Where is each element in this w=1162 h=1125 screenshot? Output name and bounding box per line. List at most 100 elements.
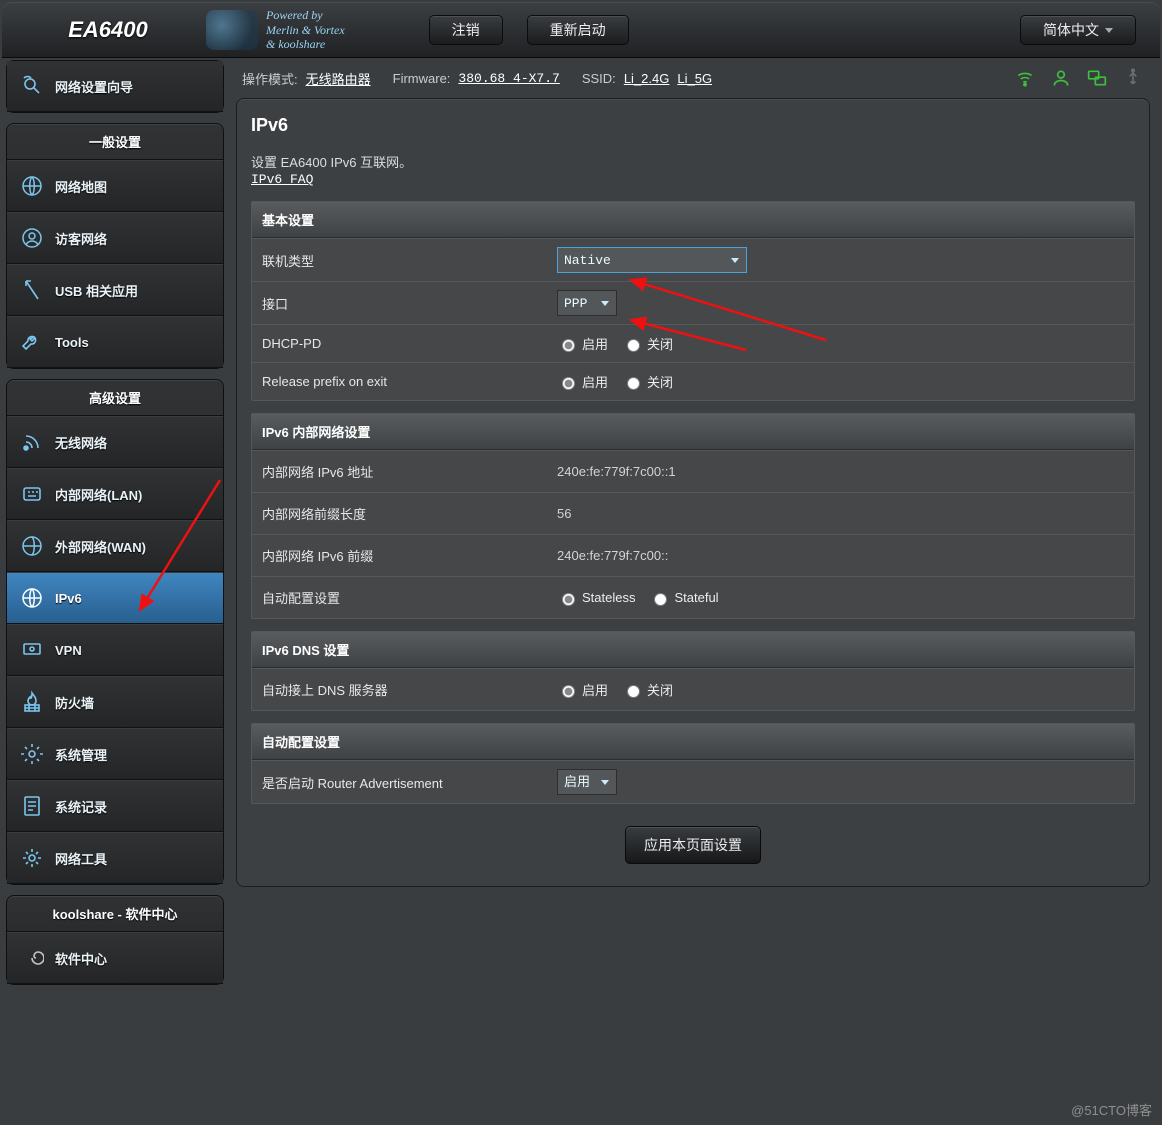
group-lan: IPv6 内部网络设置 内部网络 IPv6 地址 240e:fe:779f:7c… bbox=[251, 413, 1135, 619]
group-basic: 基本设置 联机类型 Native 接口 PPP DHCP-PD 启用 bbox=[251, 201, 1135, 401]
sidebar-item-admin[interactable]: 系统管理 bbox=[7, 728, 223, 780]
sidebar-advanced: 高级设置 无线网络 内部网络(LAN) 外部网络(WAN) IPv6 VPN bbox=[6, 379, 224, 885]
ipv6-faq-link[interactable]: IPv6 FAQ bbox=[251, 172, 313, 187]
logout-button[interactable]: 注销 bbox=[429, 15, 503, 45]
interface-select[interactable]: PPP bbox=[557, 290, 617, 316]
ssid-24g-link[interactable]: Li_2.4G bbox=[624, 71, 670, 86]
dhcppd-on-radio[interactable]: 启用 bbox=[557, 334, 608, 353]
gear-icon bbox=[19, 741, 45, 767]
wifi-icon bbox=[19, 429, 45, 455]
sidebar-item-firewall[interactable]: 防火墙 bbox=[7, 676, 223, 728]
sidebar-item-syslog[interactable]: 系统记录 bbox=[7, 780, 223, 832]
sidebar-item-vpn[interactable]: VPN bbox=[7, 624, 223, 676]
sidebar-wizard[interactable]: 网络设置向导 bbox=[6, 60, 224, 113]
wrench-icon bbox=[19, 329, 45, 355]
ssid-label: SSID: bbox=[582, 71, 616, 86]
sidebar-item-label: 软件中心 bbox=[55, 949, 107, 968]
conn-type-select[interactable]: Native bbox=[557, 247, 747, 273]
sidebar-general: 一般设置 网络地图 访客网络 USB 相关应用 Tools bbox=[6, 123, 224, 369]
sidebar-item-label: 无线网络 bbox=[55, 433, 107, 452]
tools-icon bbox=[19, 845, 45, 871]
sidebar-item-nettools[interactable]: 网络工具 bbox=[7, 832, 223, 884]
brand-logo bbox=[206, 10, 258, 50]
language-select[interactable]: 简体中文 bbox=[1020, 15, 1136, 45]
sidebar-item-label: 网络工具 bbox=[55, 849, 107, 868]
row-interface: 接口 PPP bbox=[252, 281, 1134, 324]
field-label: DHCP-PD bbox=[252, 325, 547, 362]
dns-on-radio[interactable]: 启用 bbox=[557, 680, 608, 699]
field-label: 接口 bbox=[252, 283, 547, 324]
globe-icon bbox=[19, 173, 45, 199]
field-value: 240e:fe:779f:7c00:: bbox=[557, 548, 668, 563]
page-title: IPv6 bbox=[251, 113, 1135, 146]
sidebar-item-label: 网络地图 bbox=[55, 177, 107, 196]
sidebar-item-guest[interactable]: 访客网络 bbox=[7, 212, 223, 264]
field-label: 内部网络 IPv6 前缀 bbox=[252, 535, 547, 576]
sidebar-item-ipv6[interactable]: IPv6 bbox=[7, 572, 223, 624]
sidebar-item-softcenter[interactable]: 软件中心 bbox=[7, 932, 223, 984]
group-dns: IPv6 DNS 设置 自动接上 DNS 服务器 启用 关闭 bbox=[251, 631, 1135, 711]
ipv6-icon bbox=[19, 585, 45, 611]
wifi-status-icon[interactable] bbox=[1014, 68, 1036, 88]
mode-label: 操作模式: bbox=[242, 69, 298, 88]
field-value: 56 bbox=[557, 506, 571, 521]
dns-off-radio[interactable]: 关闭 bbox=[622, 680, 673, 699]
wizard-icon bbox=[19, 73, 45, 99]
status-icons bbox=[1014, 68, 1144, 88]
stateless-radio[interactable]: Stateless bbox=[557, 590, 635, 606]
top-bar: EA6400 Powered by Merlin & Vortex & kool… bbox=[2, 2, 1160, 58]
log-icon bbox=[19, 793, 45, 819]
sidebar-item-wan[interactable]: 外部网络(WAN) bbox=[7, 520, 223, 572]
stateful-radio[interactable]: Stateful bbox=[649, 590, 718, 606]
row-dns-auto: 自动接上 DNS 服务器 启用 关闭 bbox=[252, 668, 1134, 710]
apply-button[interactable]: 应用本页面设置 bbox=[625, 826, 761, 864]
release-on-radio[interactable]: 启用 bbox=[557, 372, 608, 391]
row-conn-type: 联机类型 Native bbox=[252, 238, 1134, 281]
group-ra: 自动配置设置 是否启动 Router Advertisement 启用 bbox=[251, 723, 1135, 804]
field-label: 内部网络前缀长度 bbox=[252, 493, 547, 534]
sidebar-item-label: 网络设置向导 bbox=[55, 77, 133, 96]
vpn-icon bbox=[19, 637, 45, 663]
usb-icon bbox=[19, 277, 45, 303]
row-dhcppd: DHCP-PD 启用 关闭 bbox=[252, 324, 1134, 362]
fw-link[interactable]: 380.68_4-X7.7 bbox=[458, 71, 559, 86]
group-header: 自动配置设置 bbox=[252, 724, 1134, 760]
info-line: 操作模式: 无线路由器 Firmware: 380.68_4-X7.7 SSID… bbox=[236, 60, 1150, 98]
sidebar-item-wireless[interactable]: 无线网络 bbox=[7, 416, 223, 468]
watermark: @51CTO博客 bbox=[1071, 1100, 1152, 1119]
user-status-icon[interactable] bbox=[1050, 68, 1072, 88]
firewall-icon bbox=[19, 689, 45, 715]
row-autoconf: 自动配置设置 Stateless Stateful bbox=[252, 576, 1134, 618]
settings-panel: IPv6 设置 EA6400 IPv6 互联网。 IPv6 FAQ 基本设置 联… bbox=[236, 98, 1150, 887]
page-description: 设置 EA6400 IPv6 互联网。 IPv6 FAQ bbox=[251, 146, 1135, 189]
lan-icon bbox=[19, 481, 45, 507]
field-value: 240e:fe:779f:7c00::1 bbox=[557, 464, 676, 479]
sidebar-header: 高级设置 bbox=[7, 380, 223, 416]
sidebar-item-label: 内部网络(LAN) bbox=[55, 485, 142, 504]
fw-label: Firmware: bbox=[393, 71, 451, 86]
sidebar-item-lan[interactable]: 内部网络(LAN) bbox=[7, 468, 223, 520]
row-release-prefix: Release prefix on exit 启用 关闭 bbox=[252, 362, 1134, 400]
sidebar-item-label: IPv6 bbox=[55, 591, 82, 606]
reboot-button[interactable]: 重新启动 bbox=[527, 15, 629, 45]
wan-status-icon[interactable] bbox=[1086, 68, 1108, 88]
ssid-5g-link[interactable]: Li_5G bbox=[677, 71, 712, 86]
row-lan-addr: 内部网络 IPv6 地址 240e:fe:779f:7c00::1 bbox=[252, 450, 1134, 492]
usb-status-icon[interactable] bbox=[1122, 68, 1144, 88]
field-label: 自动配置设置 bbox=[252, 577, 547, 618]
sidebar-item-label: 防火墙 bbox=[55, 693, 94, 712]
dhcppd-off-radio[interactable]: 关闭 bbox=[622, 334, 673, 353]
sidebar-item-label: 外部网络(WAN) bbox=[55, 537, 146, 556]
op-mode-link[interactable]: 无线路由器 bbox=[306, 69, 371, 88]
sidebar-koolshare: koolshare - 软件中心 软件中心 bbox=[6, 895, 224, 985]
field-label: 联机类型 bbox=[252, 240, 547, 281]
release-off-radio[interactable]: 关闭 bbox=[622, 372, 673, 391]
sidebar-item-tools[interactable]: Tools bbox=[7, 316, 223, 368]
sidebar-item-label: VPN bbox=[55, 643, 82, 658]
sidebar-item-label: 系统记录 bbox=[55, 797, 107, 816]
sidebar-item-usb[interactable]: USB 相关应用 bbox=[7, 264, 223, 316]
model-name: EA6400 bbox=[18, 17, 198, 43]
row-ra: 是否启动 Router Advertisement 启用 bbox=[252, 760, 1134, 803]
sidebar-item-map[interactable]: 网络地图 bbox=[7, 160, 223, 212]
ra-select[interactable]: 启用 bbox=[557, 769, 617, 795]
